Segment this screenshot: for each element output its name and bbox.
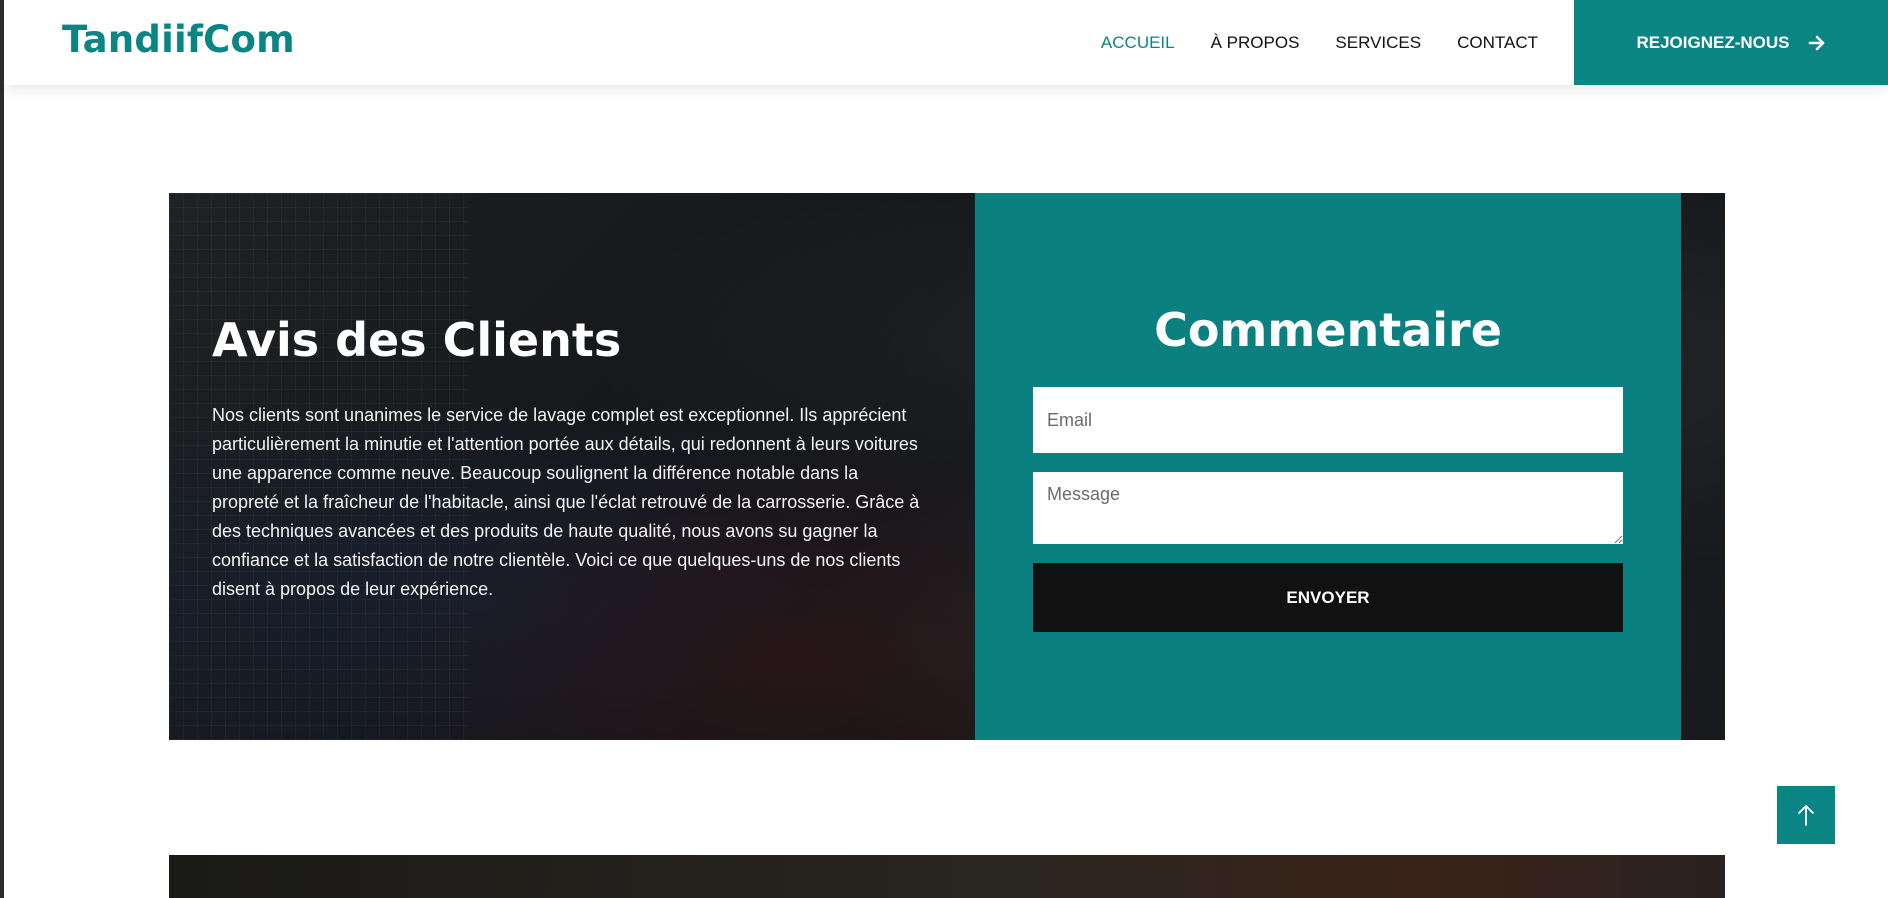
- join-us-button[interactable]: REJOIGNEZ-NOUS: [1574, 0, 1888, 85]
- window-frame-edge: [0, 0, 4, 898]
- testimonials-content: Avis des Clients Nos clients sont unanim…: [212, 313, 922, 604]
- testimonials-section: Avis des Clients Nos clients sont unanim…: [169, 193, 1725, 740]
- testimonials-title: Avis des Clients: [212, 313, 622, 367]
- next-section-preview: [169, 855, 1725, 898]
- nav-links: ACCUEIL À PROPOS SERVICES CONTACT: [1101, 0, 1538, 85]
- join-us-label: REJOIGNEZ-NOUS: [1636, 32, 1790, 52]
- navbar: TandiifCom ACCUEIL À PROPOS SERVICES CON…: [4, 0, 1888, 85]
- nav-item-contact[interactable]: CONTACT: [1457, 33, 1538, 53]
- email-field[interactable]: [1033, 387, 1623, 453]
- comment-form-title: Commentaire: [1154, 303, 1502, 357]
- testimonials-text: Nos clients sont unanimes le service de …: [212, 405, 920, 599]
- brand-logo[interactable]: TandiifCom: [62, 18, 295, 61]
- message-field[interactable]: [1033, 472, 1623, 544]
- nav-item-services[interactable]: SERVICES: [1335, 33, 1421, 53]
- comment-form-panel: Commentaire ENVOYER: [975, 193, 1681, 740]
- arrow-right-icon: [1808, 35, 1824, 50]
- nav-item-a-propos[interactable]: À PROPOS: [1211, 33, 1300, 53]
- arrow-up-icon: [1798, 805, 1814, 826]
- back-to-top-button[interactable]: [1777, 786, 1835, 844]
- nav-item-accueil[interactable]: ACCUEIL: [1101, 33, 1175, 53]
- send-button[interactable]: ENVOYER: [1033, 563, 1623, 632]
